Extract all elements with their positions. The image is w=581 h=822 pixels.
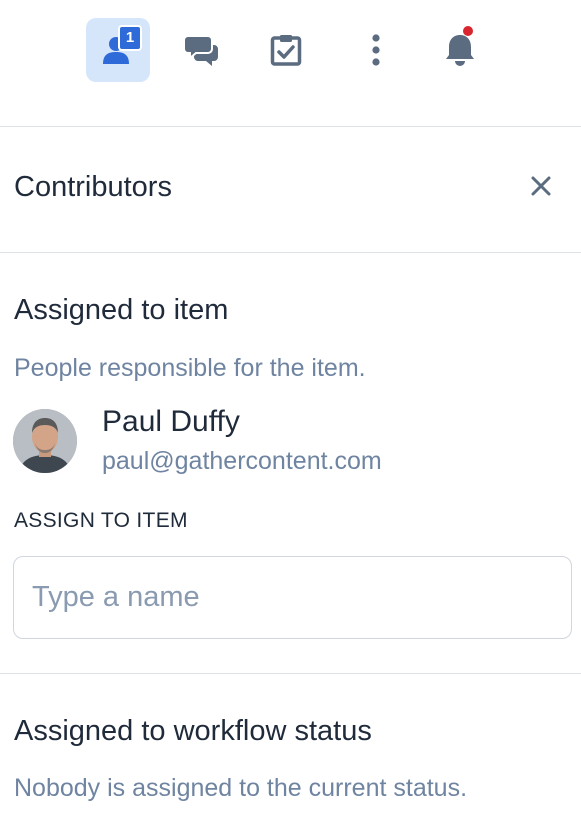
notifications-button[interactable] [428,18,492,82]
assigned-to-item-section: Assigned to item People responsible for … [0,253,581,674]
section-subtitle: Nobody is assigned to the current status… [14,774,468,802]
assign-to-item-label: ASSIGN TO ITEM [14,509,188,532]
tasks-tab-button[interactable] [254,18,318,82]
person-email: paul@gathercontent.com [102,447,382,475]
contributors-count-badge: 1 [118,25,142,51]
more-options-button[interactable] [344,18,408,82]
comments-tab-button[interactable] [170,18,234,82]
section-title: Assigned to item [14,294,229,326]
contributors-tab-button[interactable]: 1 [86,18,150,82]
top-toolbar: 1 [0,0,581,127]
avatar [13,409,77,473]
close-button[interactable] [524,171,558,205]
tasks-icon [269,33,303,67]
section-subtitle: People responsible for the item. [14,354,366,382]
assign-name-input[interactable] [13,556,572,639]
more-icon [370,33,382,67]
panel-header: Contributors [0,127,581,253]
panel-title: Contributors [14,171,172,203]
comments-icon [184,33,220,67]
person-name: Paul Duffy [102,405,240,438]
section-title: Assigned to workflow status [14,715,372,747]
close-icon [530,175,552,202]
notification-dot [463,26,473,36]
notifications-icon [443,32,477,68]
